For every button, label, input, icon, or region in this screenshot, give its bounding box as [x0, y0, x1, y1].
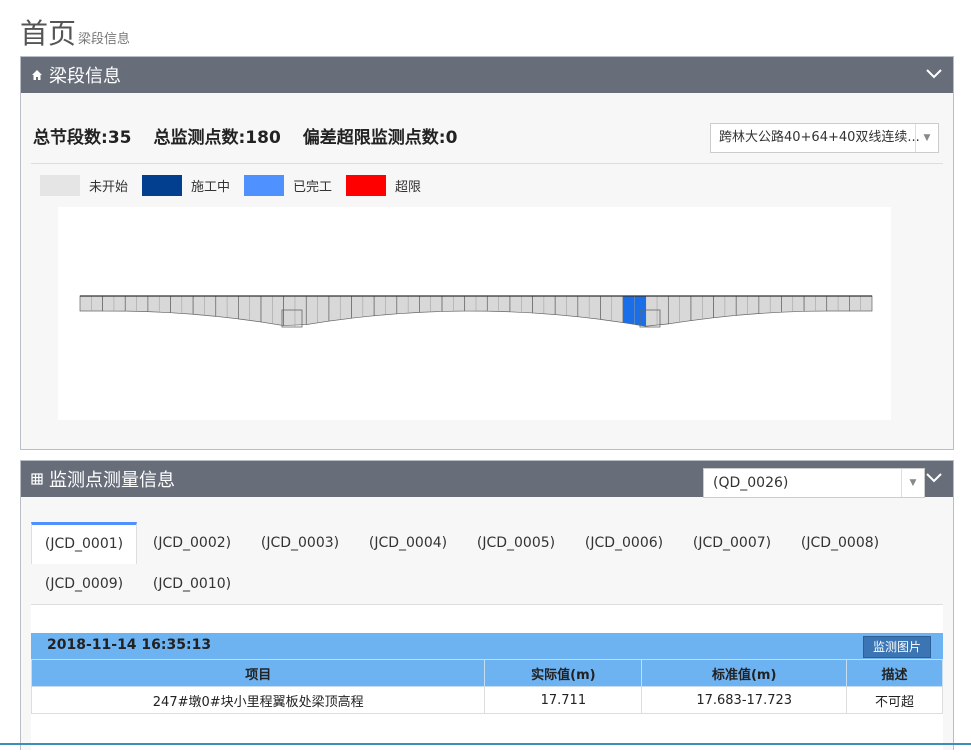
- segment-panel-title: 梁段信息: [49, 66, 121, 87]
- cell-standard: 17.683-17.723: [641, 686, 848, 714]
- legend-label-over-limit: 超限: [395, 180, 422, 195]
- measurement-panel-header: 监测点测量信息 (QD_0026) ▼: [21, 461, 953, 498]
- table-row: 247#墩0#块小里程翼板处梁顶高程 17.711 17.683-17.723 …: [30, 686, 943, 714]
- cell-desc: 不可超: [846, 686, 943, 714]
- legend-swatch-over-limit: [346, 175, 387, 196]
- cell-item: 247#墩0#块小里程翼板处梁顶高程: [30, 686, 486, 714]
- tab-jcd-0003[interactable]: (JCD_0003): [247, 522, 353, 564]
- measurement-table: 项目 实际值(m) 标准值(m) 描述 247#墩0#块小里程翼板处梁顶高程 1…: [30, 659, 943, 714]
- bridge-select-value: 跨林大公路40+64+40双线连续...: [719, 130, 920, 145]
- chevron-down-icon[interactable]: [925, 469, 943, 487]
- col-header-item: 项目: [30, 659, 486, 687]
- table-icon: [31, 473, 43, 485]
- divider: [31, 163, 943, 164]
- legend-label-completed: 已完工: [293, 180, 333, 195]
- col-header-actual: 实际值(m): [484, 659, 643, 687]
- total-points-stat: 总监测点数:180: [153, 128, 281, 148]
- tab-jcd-0005[interactable]: (JCD_0005): [463, 522, 569, 564]
- bridge-svg: [79, 295, 873, 328]
- stats-row: 总节段数:35 总监测点数:180 偏差超限监测点数:0: [33, 123, 457, 148]
- cell-actual: 17.711: [484, 686, 643, 714]
- measurement-info-panel: 监测点测量信息 (QD_0026) ▼ (JCD_0001) (JCD_0002…: [20, 460, 954, 755]
- over-limit-points-stat: 偏差超限监测点数:0: [302, 128, 458, 148]
- tab-jcd-0007[interactable]: (JCD_0007): [679, 522, 785, 564]
- col-header-standard: 标准值(m): [641, 659, 848, 687]
- segment-panel-header: 梁段信息: [21, 57, 953, 93]
- status-legend: 未开始 施工中 已完工 超限: [40, 175, 435, 196]
- monitor-photo-button[interactable]: 监测图片: [862, 636, 931, 658]
- total-segments-stat: 总节段数:35: [33, 128, 132, 148]
- tab-jcd-0010[interactable]: (JCD_0010): [139, 563, 245, 605]
- point-select[interactable]: (QD_0026) ▼: [703, 468, 925, 498]
- home-icon: [32, 70, 42, 80]
- dropdown-arrow-icon: ▼: [915, 124, 938, 152]
- tab-jcd-0004[interactable]: (JCD_0004): [355, 522, 461, 564]
- tab-jcd-0002[interactable]: (JCD_0002): [139, 522, 245, 564]
- tab-jcd-0001[interactable]: (JCD_0001): [31, 522, 137, 564]
- measurement-content: 2018-11-14 16:35:13 监测图片 项目 实际值(m) 标准值(m…: [30, 605, 943, 755]
- measurement-panel-title: 监测点测量信息: [49, 470, 175, 491]
- dropdown-arrow-icon: ▼: [901, 469, 924, 497]
- tab-jcd-0006[interactable]: (JCD_0006): [571, 522, 677, 564]
- segment-info-panel: 梁段信息 总节段数:35 总监测点数:180 偏差超限监测点数:0 跨林大公路4…: [20, 56, 954, 450]
- record-datetime: 2018-11-14 16:35:13: [47, 637, 212, 653]
- record-header-bar: 2018-11-14 16:35:13 监测图片: [31, 633, 943, 659]
- table-header-row: 项目 实际值(m) 标准值(m) 描述: [30, 659, 943, 687]
- tab-jcd-0009[interactable]: (JCD_0009): [31, 563, 137, 605]
- bridge-diagram: [58, 207, 891, 420]
- legend-swatch-completed: [244, 175, 285, 196]
- tab-jcd-0008[interactable]: (JCD_0008): [787, 522, 893, 564]
- col-header-desc: 描述: [846, 659, 943, 687]
- page-header: 首页 梁段信息: [20, 12, 131, 50]
- legend-label-not-started: 未开始: [89, 180, 129, 195]
- legend-swatch-in-progress: [142, 175, 183, 196]
- legend-label-in-progress: 施工中: [191, 180, 231, 195]
- chevron-down-icon[interactable]: [925, 65, 943, 83]
- page-title: 首页: [20, 17, 77, 50]
- page-subtitle: 梁段信息: [78, 32, 131, 47]
- legend-swatch-not-started: [40, 175, 80, 196]
- bridge-select[interactable]: 跨林大公路40+64+40双线连续... ▼: [710, 123, 939, 153]
- point-select-value: (QD_0026): [713, 475, 789, 491]
